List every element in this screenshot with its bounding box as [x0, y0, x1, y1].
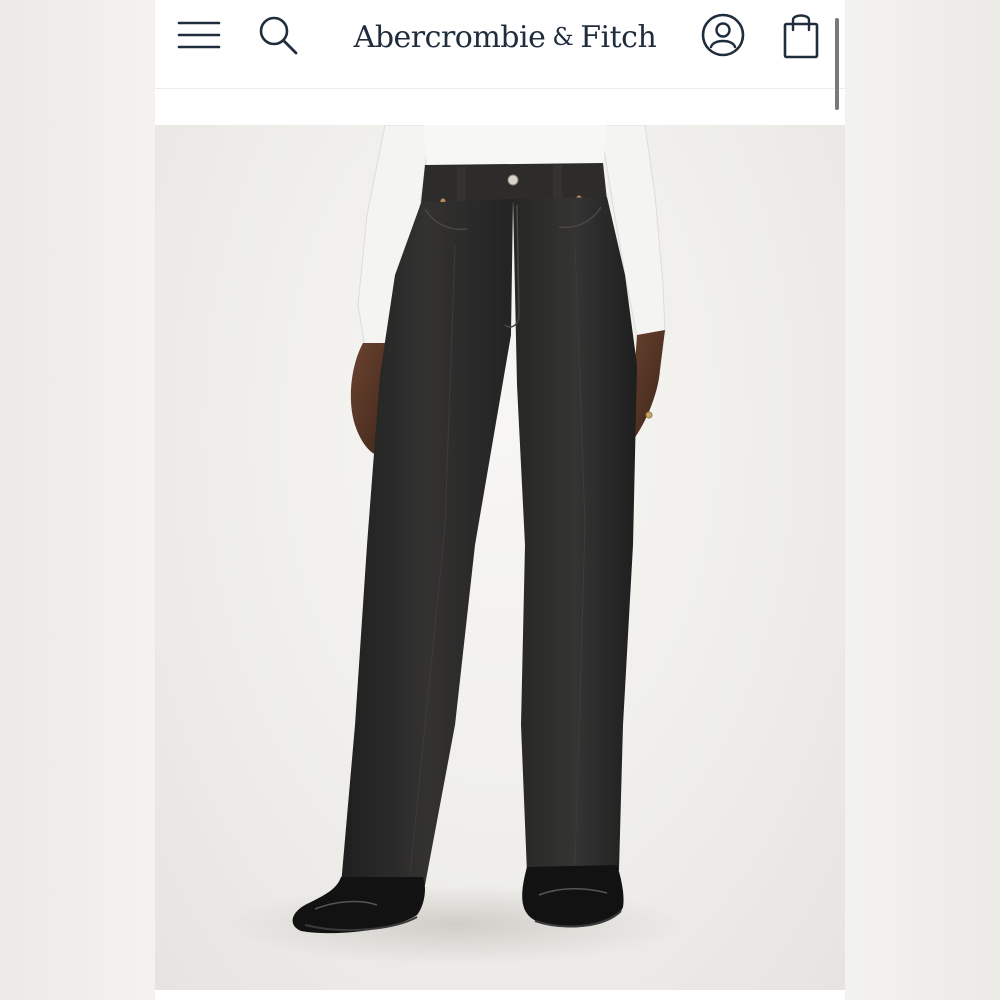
bag-button[interactable]: [777, 8, 825, 62]
site-header: Abercrombie & Fitch: [155, 0, 845, 88]
search-button[interactable]: [253, 10, 303, 60]
search-icon: [259, 16, 298, 55]
shopping-bag-icon: [783, 14, 819, 59]
product-photo: [225, 125, 685, 965]
menu-button[interactable]: [175, 12, 223, 58]
mobile-screen: Abercrombie & Fitch: [155, 0, 845, 1000]
hamburger-menu-icon: [177, 21, 221, 49]
page-backdrop: Abercrombie & Fitch: [0, 0, 1000, 1000]
brand-ampersand: &: [552, 23, 574, 51]
header-subbar: [155, 89, 845, 125]
brand-name-second: Fitch: [580, 19, 657, 55]
brand-logo[interactable]: Abercrombie & Fitch: [345, 12, 665, 62]
page-scrollbar[interactable]: [835, 18, 839, 110]
bottom-strip: [155, 990, 845, 1000]
user-account-icon: [701, 13, 745, 57]
brand-name-first: Abercrombie: [353, 19, 546, 55]
product-image[interactable]: [155, 125, 845, 990]
account-button[interactable]: [698, 10, 748, 60]
